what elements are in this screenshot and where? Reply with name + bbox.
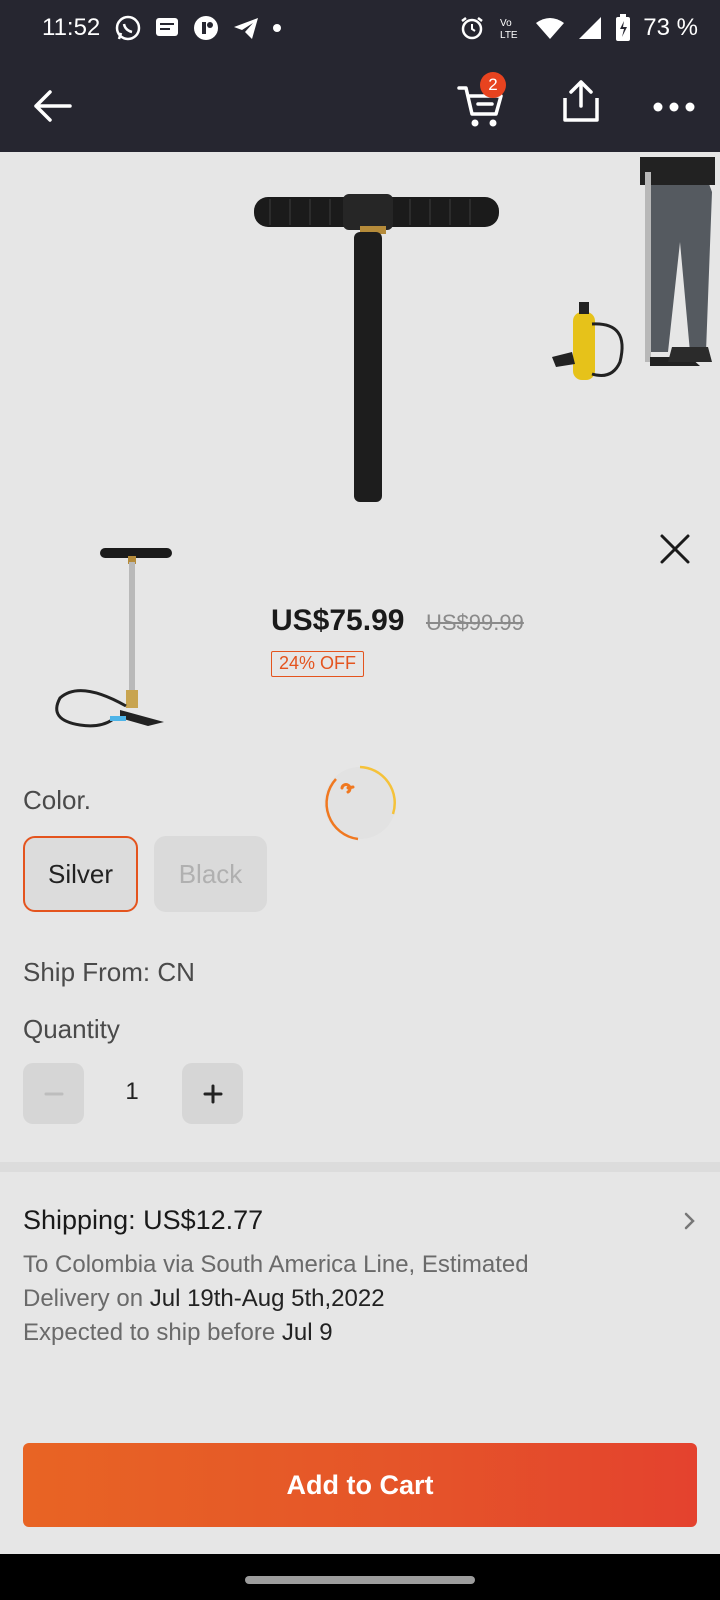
signal-icon — [579, 17, 602, 39]
status-time: 11:52 — [42, 14, 101, 41]
quantity-value[interactable]: 1 — [112, 1078, 152, 1106]
battery-icon — [616, 14, 631, 41]
more-options-icon[interactable] — [652, 92, 696, 122]
shipping-delivery: Delivery on Jul 19th-Aug 5th,2022 — [23, 1285, 385, 1313]
shipping-ship-before: Expected to ship before Jul 9 — [23, 1319, 333, 1347]
chevron-right-icon[interactable] — [682, 1208, 698, 1234]
shipping-title[interactable]: Shipping: US$12.77 — [23, 1205, 263, 1236]
original-price: US$99.99 — [426, 610, 524, 635]
add-to-cart-button[interactable]: Add to Cart — [23, 1443, 697, 1527]
product-thumbnail — [55, 548, 172, 728]
share-icon[interactable] — [560, 78, 602, 124]
system-icons: Vo LTE 73 % — [459, 14, 698, 42]
discount-badge: 24% OFF — [271, 651, 365, 677]
notification-icons — [114, 14, 282, 42]
svg-text:Vo: Vo — [500, 18, 512, 29]
quantity-increase-button[interactable] — [182, 1063, 243, 1124]
ship-from-label: Ship From: CN — [23, 957, 195, 987]
battery-percent: 73 % — [643, 14, 698, 41]
wifi-icon — [536, 18, 565, 39]
system-nav-bar — [0, 1554, 720, 1600]
whatsapp-icon — [116, 15, 141, 41]
color-label: Color. — [23, 785, 91, 815]
volte-icon: VoLTE — [500, 18, 518, 41]
alarm-icon — [461, 17, 484, 40]
color-option-black[interactable]: Black — [154, 836, 267, 912]
close-icon[interactable] — [656, 530, 694, 568]
ship-before-prefix: Expected to ship before — [23, 1319, 282, 1346]
loading-spinner-icon — [324, 765, 396, 841]
section-divider — [0, 1162, 720, 1172]
product-image-gallery[interactable] — [0, 152, 720, 502]
plus-icon — [203, 1084, 222, 1103]
color-option-silver[interactable]: Silver — [23, 836, 138, 912]
delivery-date: Jul 19th-Aug 5th,2022 — [149, 1285, 385, 1312]
quantity-label: Quantity — [23, 1014, 120, 1044]
ship-before-date: Jul 9 — [281, 1319, 333, 1346]
sale-price: US$75.99 — [271, 604, 405, 637]
status-bar: 11:52 Vo LTE 73 % — [0, 0, 720, 56]
back-arrow-icon[interactable] — [30, 84, 74, 128]
telegram-icon — [234, 18, 259, 39]
delivery-prefix: Delivery on — [23, 1285, 150, 1312]
app-icon — [194, 16, 219, 40]
product-hero-image — [254, 157, 715, 502]
minus-icon — [44, 1092, 63, 1095]
app-bar: 2 — [0, 56, 720, 152]
quantity-decrease-button[interactable] — [23, 1063, 84, 1124]
home-gesture-handle[interactable] — [245, 1576, 475, 1584]
message-icon — [156, 18, 179, 36]
cart-count-badge: 2 — [480, 72, 506, 98]
dot-icon — [273, 24, 282, 32]
shipping-route: To Colombia via South America Line, Esti… — [23, 1251, 529, 1278]
svg-text:LTE: LTE — [500, 30, 518, 41]
